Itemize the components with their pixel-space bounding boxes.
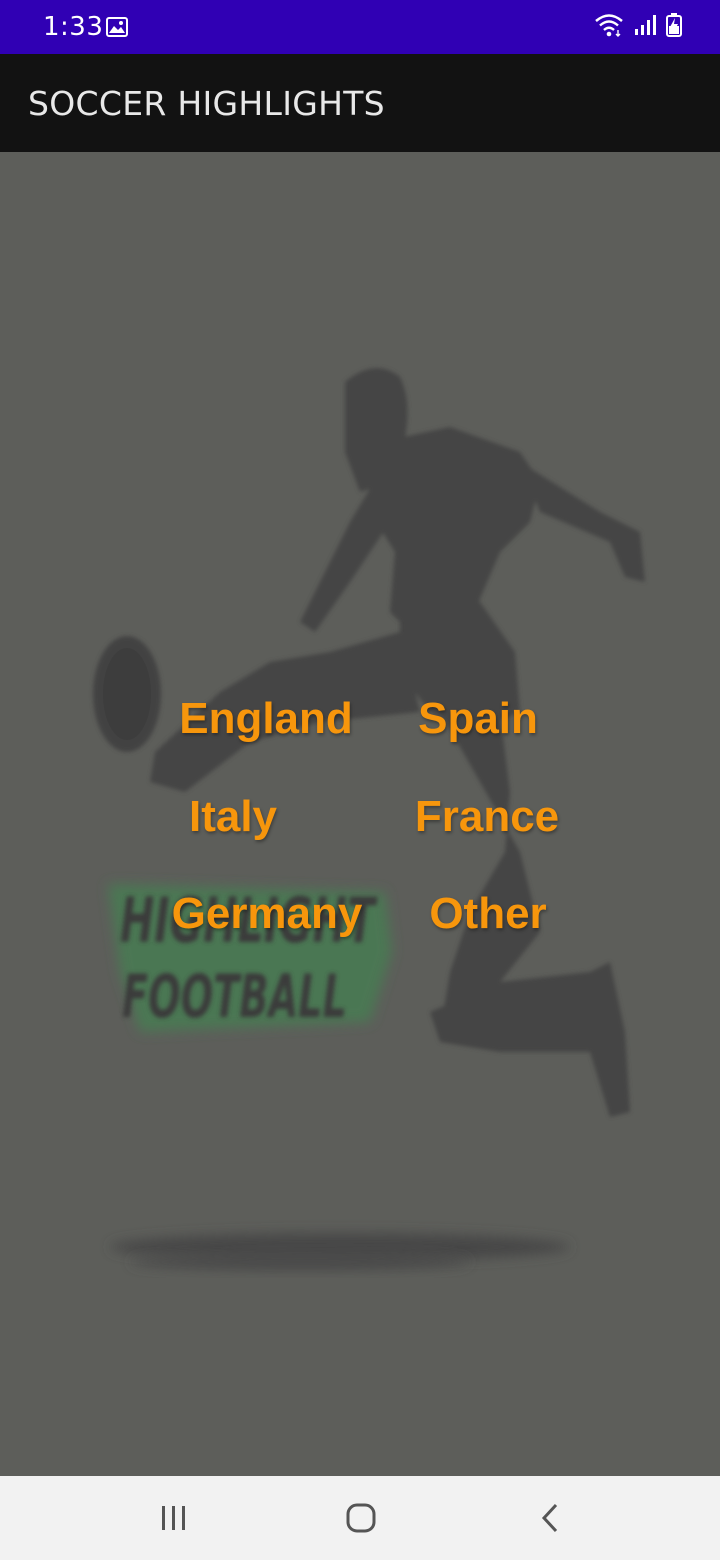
back-icon[interactable] [530, 1498, 570, 1538]
wifi-icon [594, 13, 624, 42]
gallery-icon [106, 17, 128, 37]
signal-icon [634, 14, 656, 41]
status-icons [594, 12, 682, 42]
battery-charging-icon [666, 12, 682, 42]
status-time: 1:33 [43, 12, 104, 42]
app-bar: SOCCER HIGHLIGHTS [0, 54, 720, 152]
country-grid: England Spain Italy France Germany Other [0, 152, 720, 1476]
country-button-england[interactable]: England [179, 694, 353, 744]
status-bar: 1:33 [0, 0, 720, 54]
country-button-other[interactable]: Other [429, 889, 546, 939]
navigation-bar [0, 1476, 720, 1560]
country-button-germany[interactable]: Germany [172, 889, 363, 939]
recent-apps-icon[interactable] [154, 1498, 194, 1538]
app-title: SOCCER HIGHLIGHTS [28, 84, 385, 123]
screen: 1:33 SOCCER HIGHLIGHTS HIGHLIGHT FOOTBAL… [0, 0, 720, 1560]
country-button-spain[interactable]: Spain [418, 694, 538, 744]
country-button-italy[interactable]: Italy [189, 792, 277, 842]
content-area: HIGHLIGHT FOOTBALL England Spain Italy F… [0, 152, 720, 1476]
home-icon[interactable] [341, 1498, 381, 1538]
country-button-france[interactable]: France [415, 792, 559, 842]
